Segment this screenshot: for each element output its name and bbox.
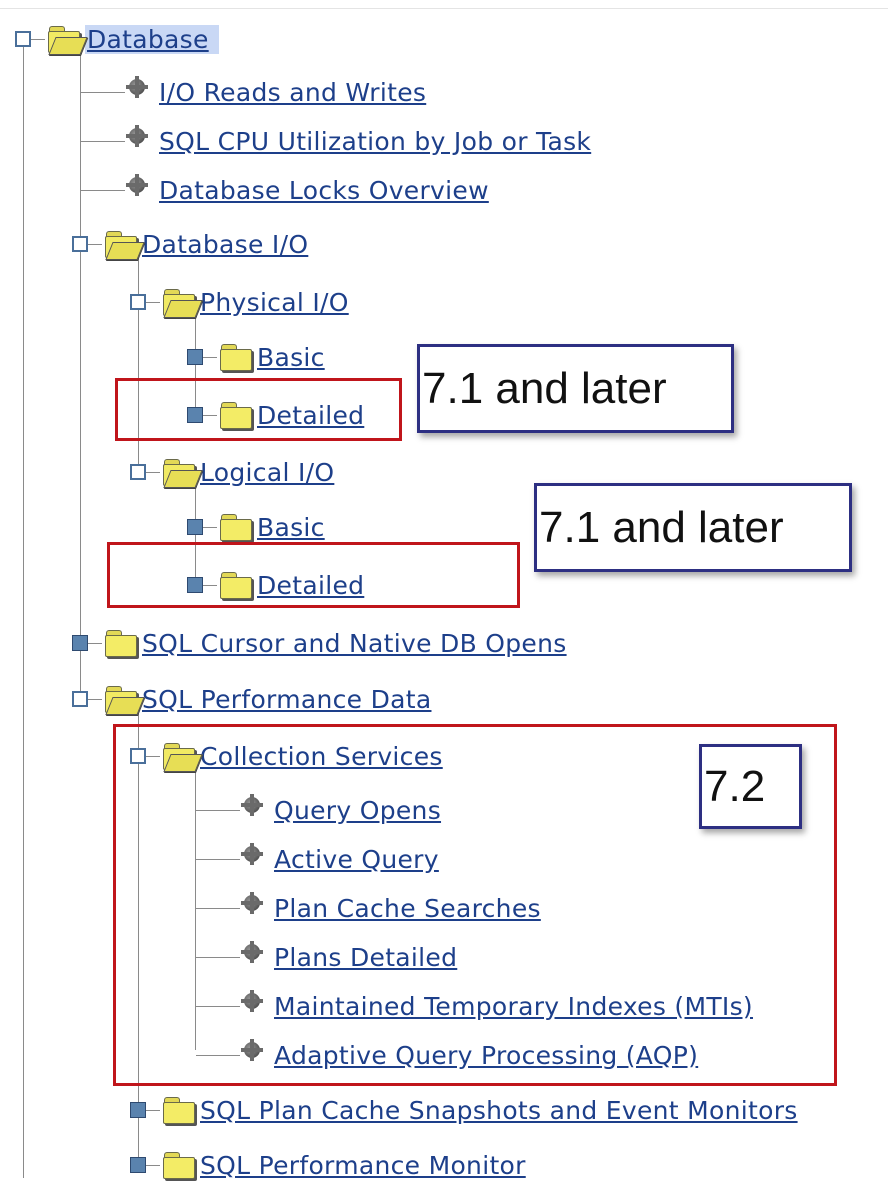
expand-toggle-icon[interactable] (130, 1102, 146, 1118)
highlight-box-physical-detailed (115, 378, 402, 441)
top-border (0, 8, 888, 9)
tree-link-logical-io[interactable]: Logical I/O (200, 458, 334, 487)
open-folder-icon (45, 24, 88, 55)
tree-node-db-locks: Database Locks Overview (81, 170, 489, 210)
open-folder-icon (102, 229, 145, 260)
folder-icon (160, 1095, 198, 1125)
tree-link-plan-cache-snapshots[interactable]: SQL Plan Cache Snapshots and Event Monit… (200, 1096, 798, 1125)
folder-icon (217, 512, 255, 542)
tree-link-io-reads-writes[interactable]: I/O Reads and Writes (159, 78, 426, 107)
tree-node-database-io: Database I/O (72, 224, 308, 264)
tree-link-sql-cpu[interactable]: SQL CPU Utilization by Job or Task (159, 127, 591, 156)
expand-toggle-icon[interactable] (187, 519, 203, 535)
tree-link-database[interactable]: Database (85, 24, 219, 54)
tree-node-physical-basic: Basic (187, 337, 325, 377)
tree-link-database-io[interactable]: Database I/O (142, 230, 308, 259)
tree-line-root (23, 40, 24, 1178)
tree-link-sql-performance-data[interactable]: SQL Performance Data (142, 685, 431, 714)
report-gear-icon (125, 76, 151, 107)
open-folder-icon (102, 684, 145, 715)
tree-node-plan-cache-snapshots: SQL Plan Cache Snapshots and Event Monit… (130, 1090, 798, 1130)
tree-link-db-locks[interactable]: Database Locks Overview (159, 176, 489, 205)
open-folder-icon (160, 457, 203, 488)
folder-icon (102, 628, 140, 658)
tree-node-logical-basic: Basic (187, 507, 325, 547)
tree-link-physical-basic[interactable]: Basic (257, 343, 325, 372)
collapse-toggle-icon[interactable] (15, 31, 31, 47)
folder-icon (217, 342, 255, 372)
tree-node-sql-cursor: SQL Cursor and Native DB Opens (72, 623, 567, 663)
tree-link-sql-cursor[interactable]: SQL Cursor and Native DB Opens (142, 629, 567, 658)
collapse-toggle-icon[interactable] (130, 464, 146, 480)
open-folder-icon (160, 287, 203, 318)
collapse-toggle-icon[interactable] (130, 294, 146, 310)
version-callout-physical: 7.1 and later (417, 344, 734, 433)
version-callout-collection: 7.2 (699, 744, 802, 829)
tree-node-physical-io: Physical I/O (130, 282, 349, 322)
tree-link-logical-basic[interactable]: Basic (257, 513, 325, 542)
tree-node-performance-monitor: SQL Performance Monitor (130, 1145, 526, 1185)
collapse-toggle-icon[interactable] (72, 236, 88, 252)
tree-link-performance-monitor[interactable]: SQL Performance Monitor (200, 1151, 526, 1180)
folder-icon (160, 1150, 198, 1180)
tree-node-io-reads-writes: I/O Reads and Writes (81, 72, 426, 112)
expand-toggle-icon[interactable] (187, 349, 203, 365)
tree-link-physical-io[interactable]: Physical I/O (200, 288, 349, 317)
tree-node-database: Database (15, 19, 219, 59)
tree-node-sql-cpu: SQL CPU Utilization by Job or Task (81, 121, 591, 161)
tree-node-logical-io: Logical I/O (130, 452, 334, 492)
collapse-toggle-icon[interactable] (72, 691, 88, 707)
report-gear-icon (125, 125, 151, 156)
report-gear-icon (125, 174, 151, 205)
tree-node-sql-performance-data: SQL Performance Data (72, 679, 431, 719)
highlight-box-logical-detailed (107, 542, 520, 608)
expand-toggle-icon[interactable] (130, 1157, 146, 1173)
expand-toggle-icon[interactable] (72, 635, 88, 651)
version-callout-logical: 7.1 and later (534, 483, 852, 572)
